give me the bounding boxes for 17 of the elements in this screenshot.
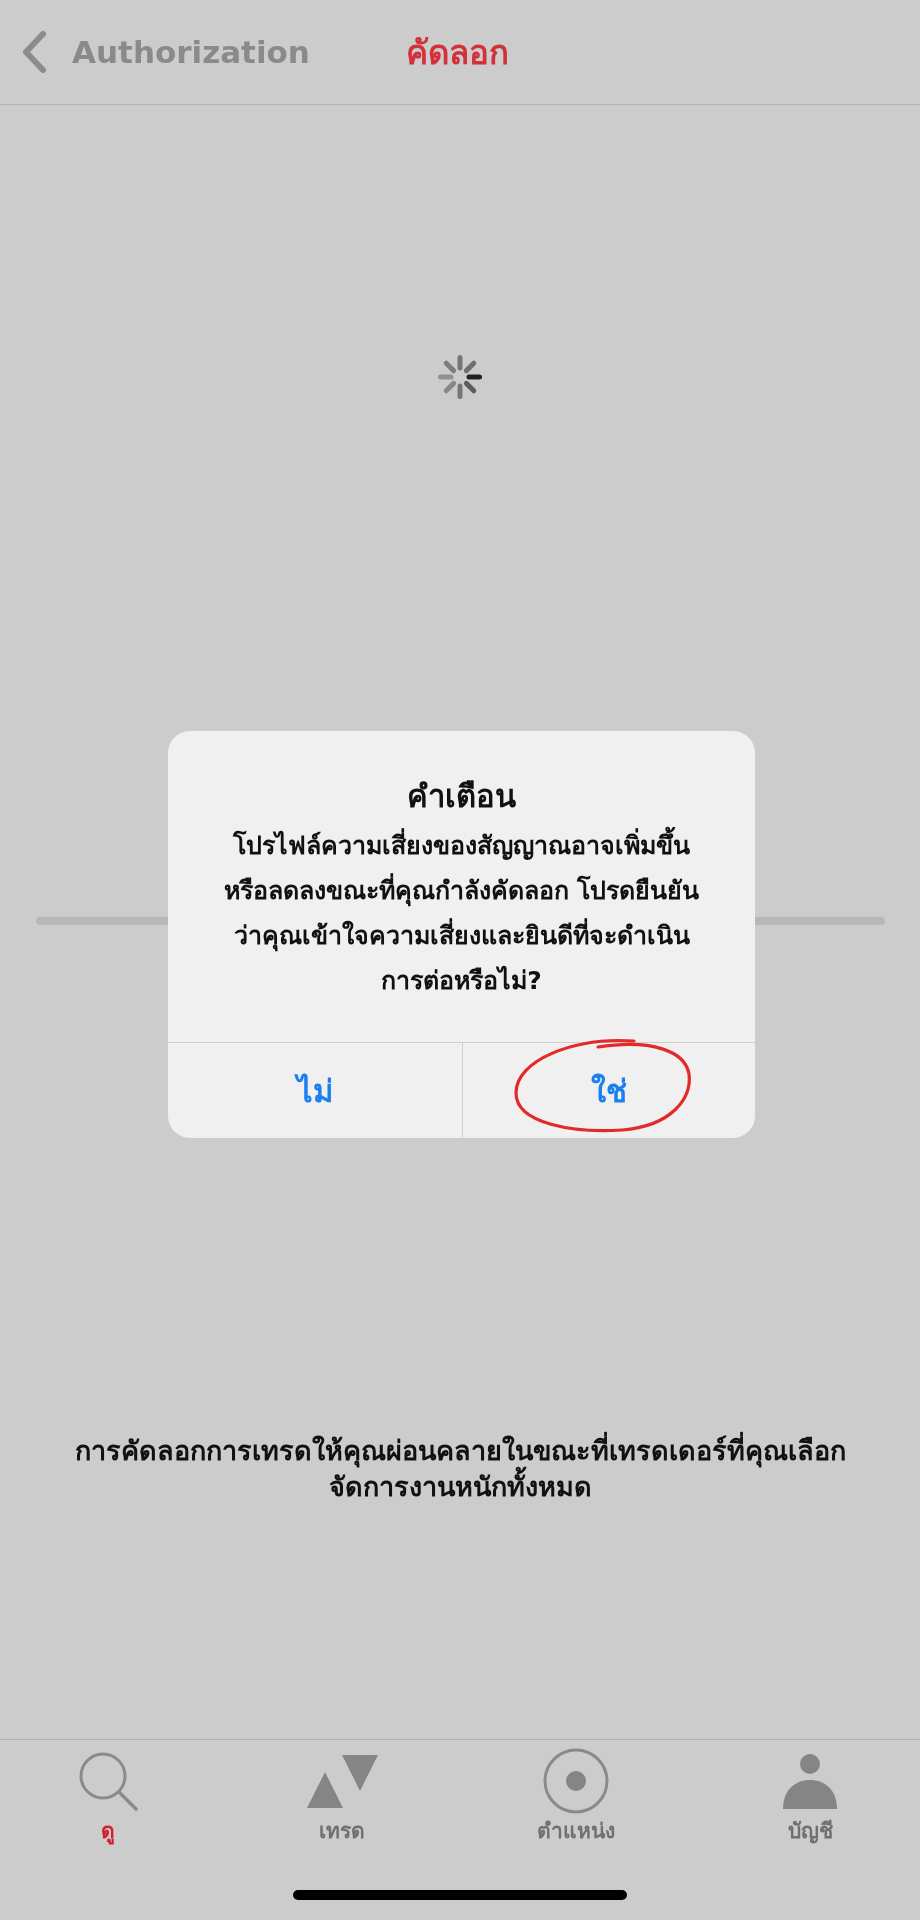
chevron-left-icon (20, 30, 48, 74)
description-text: การคัดลอกการเทรดให้คุณผ่อนคลายในขณะที่เทรดเดอร์ที่คุณเลือก จัดการงานหนักทั้งหมด (74, 1433, 846, 1505)
nav-title: คัดลอก (405, 31, 509, 74)
alert-button[interactable]: ไม่ (168, 1043, 462, 1138)
alert-button[interactable]: ใช่ (462, 1043, 755, 1138)
tab-button[interactable]: บัญชี (702, 1748, 918, 1846)
tab-button[interactable]: เทรด (234, 1748, 450, 1846)
search-icon (78, 1751, 138, 1811)
alert-title: คำเตือน (406, 777, 517, 816)
loading-spinner-icon (438, 355, 482, 399)
target-icon (543, 1748, 609, 1814)
tab-button[interactable]: ตำแหน่ง (468, 1748, 684, 1846)
person-icon (783, 1753, 837, 1809)
tab-button[interactable]: ดู (0, 1748, 216, 1846)
triangles-icon (306, 1754, 378, 1808)
alert-message: โปรไฟล์ความเสี่ยงของสัญญาณอาจเพิ่มขึ้น หรือลดลงขณะที่คุณกำลังคัดลอก โปรดยืนยัน ว่าคุณเข้าใจความเสี่ยงและยินดีที่จะดำเนิน การต่อหรือไม่? (180, 823, 743, 1003)
back-button[interactable]: Authorization (20, 30, 310, 74)
